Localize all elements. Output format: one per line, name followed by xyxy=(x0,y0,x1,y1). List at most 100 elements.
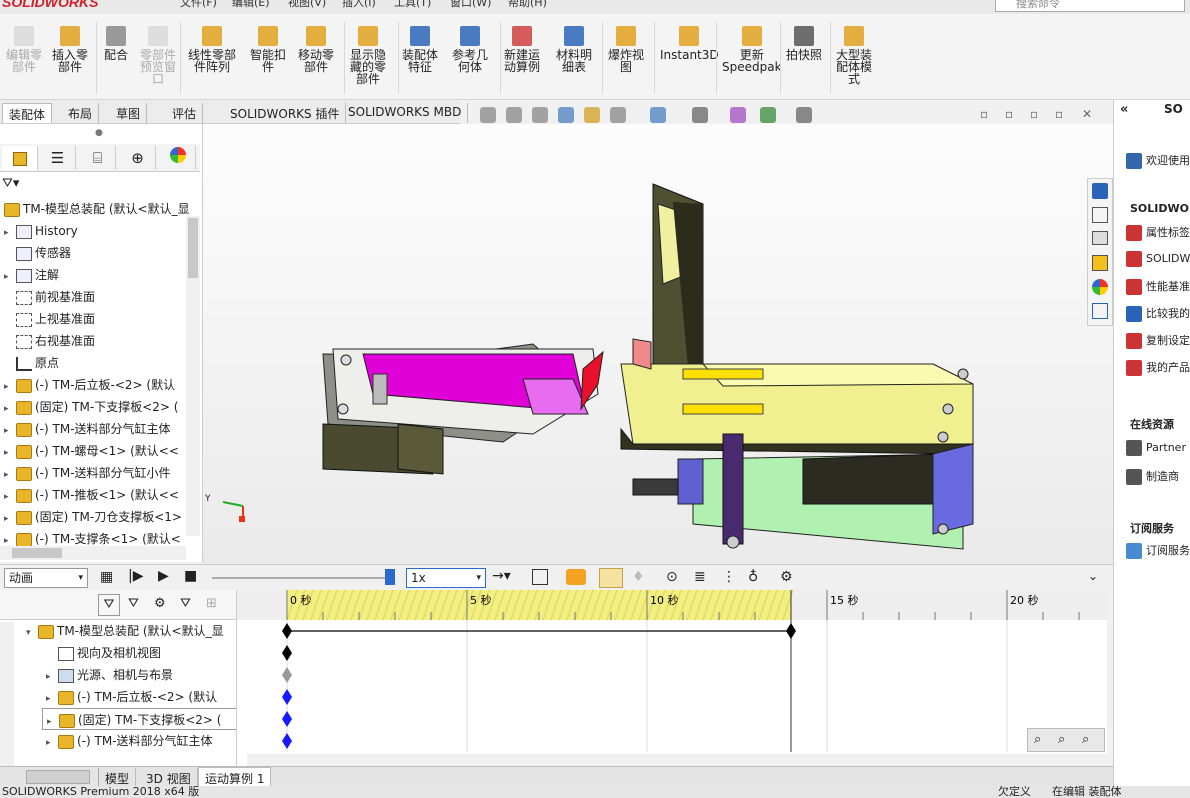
calculate-icon[interactable]: ▦ xyxy=(100,569,113,585)
keyframe-diamond[interactable] xyxy=(282,667,292,683)
ribbon-button-12[interactable]: 爆炸视图 xyxy=(608,26,644,73)
save-animation-icon[interactable] xyxy=(532,569,548,585)
tree-item[interactable]: ▸ (固定) TM-下支撑板<2> ( xyxy=(0,396,200,418)
playback-speed-select[interactable]: 1x ▾ xyxy=(406,568,486,588)
ribbon-button-15[interactable]: 拍快照 xyxy=(786,26,822,61)
zoom-in-icon[interactable]: ⌕ xyxy=(1058,732,1065,747)
filter-selected-icon[interactable]: ⚙ xyxy=(154,596,166,611)
edit-appearance-icon[interactable] xyxy=(730,107,746,123)
tree-root[interactable]: TM-模型总装配 (默认<默认_显 xyxy=(0,198,200,220)
split-view-icon[interactable]: ▫ xyxy=(1005,107,1013,121)
collapse-icon[interactable]: « xyxy=(1120,102,1128,117)
expand-arrow-icon[interactable]: ▸ xyxy=(4,442,16,462)
subscription-link[interactable]: 订阅服务 xyxy=(1126,542,1190,559)
filter-results-icon[interactable]: ⛛ xyxy=(180,596,191,611)
zoom-area-icon[interactable] xyxy=(506,107,522,123)
autokey-icon[interactable] xyxy=(599,568,623,588)
property-manager-tab-icon[interactable]: ☰ xyxy=(40,146,76,170)
expand-arrow-icon[interactable]: ▸ xyxy=(4,376,16,396)
welcome-link[interactable]: 欢迎使用 xyxy=(1126,152,1190,169)
motion-tree-item[interactable]: ▸ 光源、相机与布景 xyxy=(42,664,236,686)
ribbon-button-1[interactable]: 插入零 部件 xyxy=(52,26,88,73)
menu-tools[interactable]: 工具(T) xyxy=(394,0,431,10)
solidworks-link[interactable]: 比较我的 xyxy=(1126,305,1190,322)
playback-mode-icon[interactable]: →▾ xyxy=(492,568,511,584)
dimxpert-tab-icon[interactable]: ⊕ xyxy=(120,146,156,170)
apply-scene-icon[interactable] xyxy=(760,107,776,123)
settings-icon[interactable]: ⚙ xyxy=(780,569,793,585)
tab-assembly[interactable]: 装配体 xyxy=(2,103,53,123)
menu-file[interactable]: 文件(F) xyxy=(180,0,217,10)
tree-scrollbar[interactable] xyxy=(186,216,200,536)
tree-item[interactable]: ▸ (-) TM-推板<1> (默认<< xyxy=(0,484,200,506)
spring-icon[interactable]: ≣ xyxy=(694,569,706,585)
menu-help[interactable]: 帮助(H) xyxy=(508,0,547,10)
contact-icon[interactable]: ⋮ xyxy=(722,569,736,585)
motion-tree-item[interactable]: ▾ TM-模型总装配 (默认<默认_显 xyxy=(22,620,236,642)
study-type-select[interactable]: 动画 ▾ xyxy=(4,568,88,588)
motion-tree-item[interactable]: ▸ (-) TM-送料部分气缸主体 xyxy=(42,730,236,752)
expand-arrow-icon[interactable]: ▸ xyxy=(46,688,58,708)
filter-driving-icon[interactable]: ⛛ xyxy=(128,596,139,611)
play-from-start-icon[interactable]: |▶ xyxy=(128,568,143,584)
expand-icon[interactable]: ⊞ xyxy=(206,596,217,611)
minimize-icon[interactable]: ▫ xyxy=(1030,107,1038,121)
solidworks-link[interactable]: 属性标签 xyxy=(1126,224,1190,241)
ribbon-button-16[interactable]: 大型装 配体模式 xyxy=(836,26,872,85)
config-manager-tab-icon[interactable]: ⌸ xyxy=(80,146,116,170)
assembly-model-render[interactable] xyxy=(203,124,1113,564)
maximize-icon[interactable]: ▫ xyxy=(1055,107,1063,121)
tree-item[interactable]: ▸ (-) TM-后立板-<2> (默认 xyxy=(0,374,200,396)
tree-item[interactable]: 原点 xyxy=(0,352,200,374)
ribbon-button-8[interactable]: 装配体 特征 xyxy=(402,26,438,73)
slider-thumb[interactable] xyxy=(385,569,395,585)
zoom-out-icon[interactable]: ⌕ xyxy=(1082,732,1089,747)
expand-arrow-icon[interactable]: ▸ xyxy=(46,732,58,752)
motor-icon[interactable]: ⊙ xyxy=(666,569,678,585)
tree-item[interactable]: ▸ 注解 xyxy=(0,264,200,286)
appearances-tab-icon[interactable] xyxy=(1092,279,1108,295)
ribbon-button-3[interactable]: 零部件 预览窗口 xyxy=(140,26,176,85)
expand-arrow-icon[interactable]: ▸ xyxy=(4,486,16,506)
file-explorer-tab-icon[interactable] xyxy=(1092,231,1108,245)
zoom-fit-icon[interactable]: ⌕ xyxy=(1034,732,1041,747)
playback-slider[interactable] xyxy=(212,577,392,579)
display-style-icon[interactable] xyxy=(650,107,666,123)
expand-arrow-icon[interactable]: ▸ xyxy=(47,711,59,729)
tree-item[interactable]: 传感器 xyxy=(0,242,200,264)
expand-arrow-icon[interactable]: ▸ xyxy=(4,420,16,440)
tree-item[interactable]: ▸ History xyxy=(0,220,200,242)
tree-item[interactable]: 上视基准面 xyxy=(0,308,200,330)
graphics-area[interactable]: Y xyxy=(203,124,1113,564)
tab-mbd[interactable]: SOLIDWORKS MBD xyxy=(342,103,469,123)
menu-window[interactable]: 窗口(W) xyxy=(450,0,491,10)
ribbon-button-9[interactable]: 参考几 何体 xyxy=(452,26,488,73)
tab-3d-view[interactable]: 3D 视图 xyxy=(140,768,198,786)
keyframe-diamond[interactable] xyxy=(282,711,292,727)
ribbon-button-14[interactable]: 更新 Speedpak xyxy=(722,26,782,73)
ribbon-button-4[interactable]: 线性零部 件阵列 xyxy=(188,26,236,73)
expand-arrow-icon[interactable]: ▸ xyxy=(4,464,16,484)
tree-item[interactable]: 右视基准面 xyxy=(0,330,200,352)
feature-tree-tab-icon[interactable] xyxy=(2,146,38,170)
add-key-icon[interactable]: ♦ xyxy=(632,569,645,585)
filter-animated-icon[interactable]: ⛛ xyxy=(98,594,120,616)
hide-show-icon[interactable] xyxy=(692,107,708,123)
ribbon-button-2[interactable]: 配合 xyxy=(104,26,128,61)
expand-arrow-icon[interactable]: ▾ xyxy=(26,622,38,642)
keyframe-diamond[interactable] xyxy=(282,645,292,661)
expand-arrow-icon[interactable]: ▸ xyxy=(46,666,58,686)
gravity-icon[interactable]: ♁ xyxy=(748,569,758,585)
previous-view-icon[interactable] xyxy=(532,107,548,123)
timeline-hscrollbar[interactable] xyxy=(247,754,1107,766)
view-orientation-icon[interactable] xyxy=(610,107,626,123)
ribbon-button-10[interactable]: 新建运 动算例 xyxy=(504,26,540,73)
menu-insert[interactable]: 插入(I) xyxy=(342,0,376,10)
tree-hscrollbar[interactable] xyxy=(0,546,186,560)
tab-sketch[interactable]: 草图 xyxy=(110,103,148,123)
stop-icon[interactable]: ■ xyxy=(184,568,197,584)
tab-nav-arrows[interactable] xyxy=(26,770,90,784)
online-resource-link[interactable]: 制造商 xyxy=(1126,468,1179,485)
expand-arrow-icon[interactable]: ▸ xyxy=(4,508,16,528)
solidworks-link[interactable]: 复制设定 xyxy=(1126,332,1190,349)
